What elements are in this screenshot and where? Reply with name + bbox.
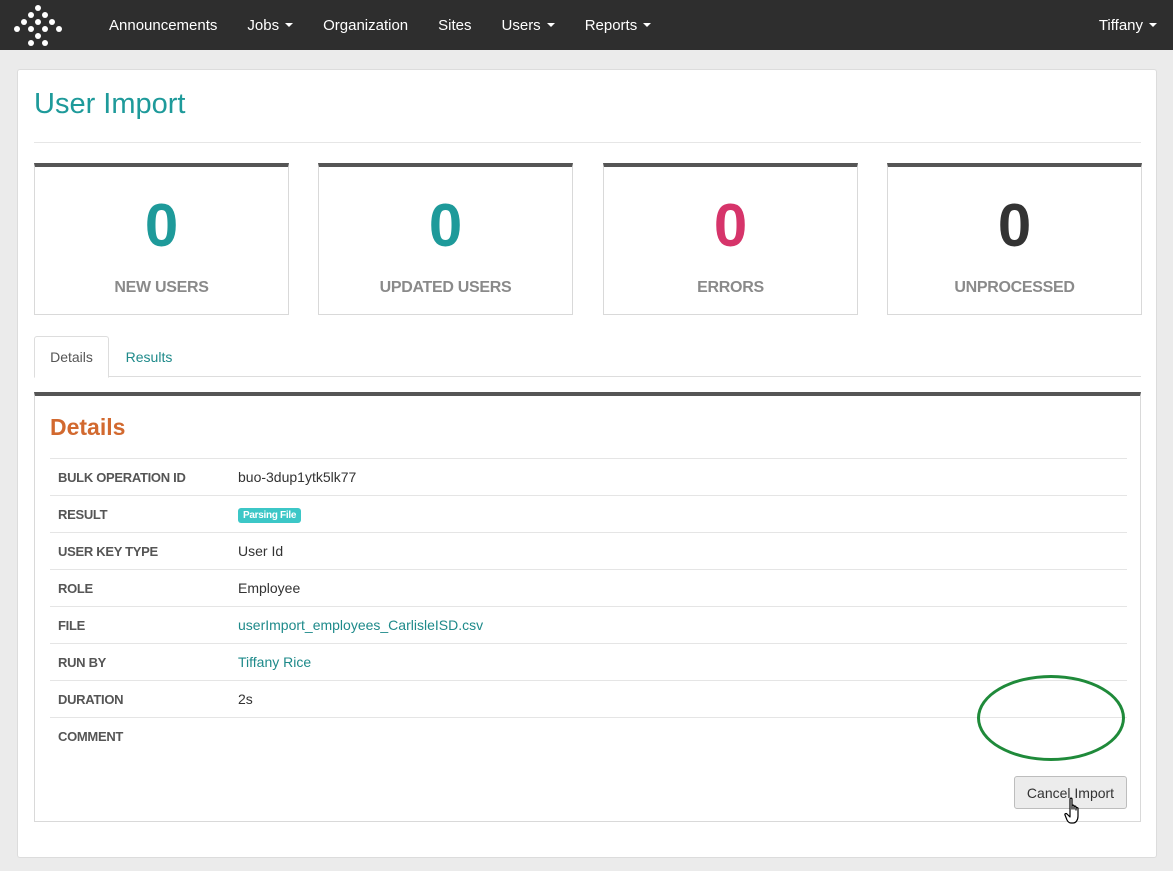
stat-label: UPDATED USERS <box>379 279 512 296</box>
role-value: Employee <box>238 580 301 596</box>
nav-label: Reports <box>584 16 638 34</box>
nav-sites[interactable]: Sites <box>423 0 486 50</box>
details-panel: Details BULK OPERATION ID buo-3dup1ytk5l… <box>34 392 1141 822</box>
nav-label: Organization <box>323 16 409 34</box>
tab-details[interactable]: Details <box>34 336 109 378</box>
table-row: ROLE Employee <box>50 569 1127 606</box>
stat-label: UNPROCESSED <box>954 279 1075 296</box>
table-row: RESULT Parsing File <box>50 495 1127 532</box>
nav-label: Sites <box>438 16 472 34</box>
status-badge: Parsing File <box>238 508 302 523</box>
user-key-type-value: User Id <box>238 543 284 559</box>
caret-down-icon <box>1149 23 1157 27</box>
details-table: BULK OPERATION ID buo-3dup1ytk5lk77 RESU… <box>50 458 1127 754</box>
stat-value: 0 <box>997 192 1032 259</box>
stat-card-new-users: 0 NEW USERS <box>34 163 289 315</box>
nav-jobs[interactable]: Jobs <box>232 0 308 50</box>
caret-down-icon <box>546 23 555 27</box>
user-name: Tiffany <box>1098 16 1143 34</box>
stat-card-unprocessed: 0 UNPROCESSED <box>887 163 1142 315</box>
row-label: DURATION <box>58 691 124 707</box>
row-label: RUN BY <box>58 654 107 670</box>
duration-value: 2s <box>238 691 253 707</box>
user-menu[interactable]: Tiffany <box>1099 0 1157 50</box>
page-title: User Import <box>34 88 186 120</box>
main-panel: User Import 0 NEW USERS 0 UPDATED USERS … <box>17 69 1157 858</box>
table-row: USER KEY TYPE User Id <box>50 532 1127 569</box>
details-heading: Details <box>50 414 126 440</box>
stat-value: 0 <box>144 192 179 259</box>
stat-card-errors: 0 ERRORS <box>603 163 858 315</box>
app-logo-icon[interactable] <box>14 4 62 48</box>
stat-label: ERRORS <box>697 279 764 296</box>
caret-down-icon <box>643 23 652 27</box>
stat-value: 0 <box>713 192 748 259</box>
stat-card-updated-users: 0 UPDATED USERS <box>318 163 573 315</box>
nav-announcements[interactable]: Announcements <box>94 0 232 50</box>
nav-users[interactable]: Users <box>487 0 570 50</box>
row-label: FILE <box>58 617 85 633</box>
row-label: USER KEY TYPE <box>58 543 158 559</box>
bulk-operation-id-value: buo-3dup1ytk5lk77 <box>238 469 357 485</box>
row-label: ROLE <box>58 580 93 596</box>
top-navbar: Announcements Jobs Organization Sites Us… <box>0 0 1173 50</box>
tab-results[interactable]: Results <box>109 336 189 377</box>
caret-down-icon <box>285 23 294 27</box>
table-row: BULK OPERATION ID buo-3dup1ytk5lk77 <box>50 458 1127 495</box>
row-label: COMMENT <box>58 728 124 744</box>
table-row: DURATION 2s <box>50 680 1127 717</box>
nav-label: Users <box>501 16 541 34</box>
cancel-import-button[interactable]: Cancel Import <box>1014 776 1127 809</box>
table-row: RUN BY Tiffany Rice <box>50 643 1127 680</box>
title-divider <box>34 142 1141 143</box>
row-label: BULK OPERATION ID <box>58 469 186 485</box>
nav-label: Announcements <box>109 16 218 34</box>
nav-label: Jobs <box>247 16 280 34</box>
table-row: FILE userImport_employees_CarlisleISD.cs… <box>50 606 1127 643</box>
tab-bar: Details Results <box>34 336 1141 378</box>
nav-organization[interactable]: Organization <box>308 0 423 50</box>
table-row: COMMENT <box>50 717 1127 754</box>
row-label: RESULT <box>58 506 108 522</box>
run-by-link[interactable]: Tiffany Rice <box>238 654 311 670</box>
stat-label: NEW USERS <box>114 279 209 296</box>
file-link[interactable]: userImport_employees_CarlisleISD.csv <box>238 617 483 633</box>
stat-value: 0 <box>428 192 463 259</box>
nav-reports[interactable]: Reports <box>570 0 667 50</box>
